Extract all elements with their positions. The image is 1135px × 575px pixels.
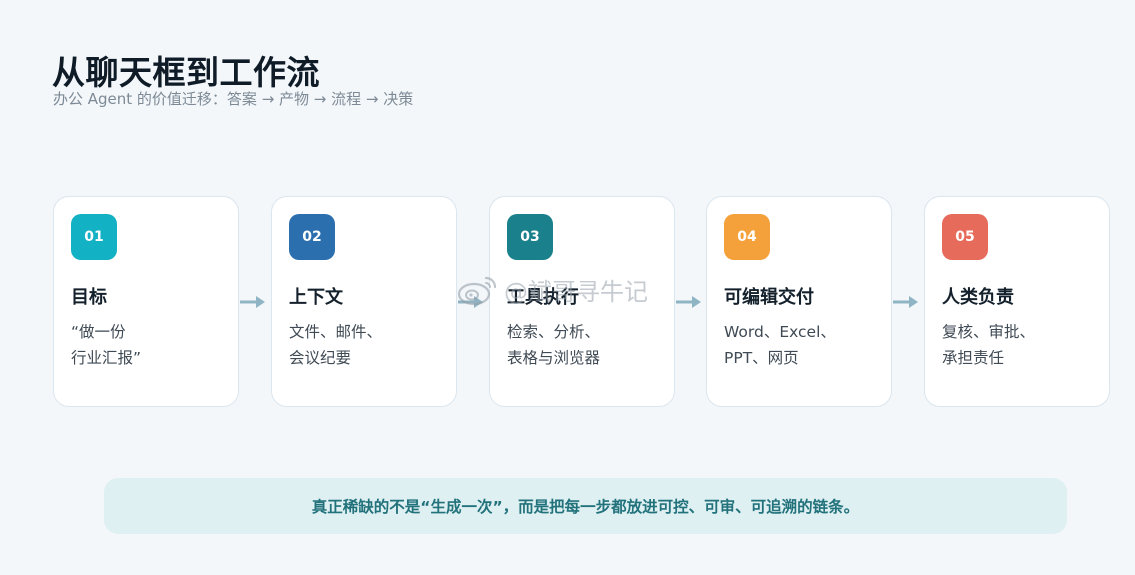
step-description-2-line-1: 文件、邮件、 — [289, 323, 383, 341]
step-description-1-line-2: 行业汇报” — [71, 349, 142, 367]
step-description-5-line-1: 复核、审批、 — [942, 323, 1036, 341]
step-badge-3: 03 — [507, 214, 553, 260]
arrow-right-icon — [676, 296, 701, 308]
step-description-5: 复核、审批、 承担责任 — [942, 319, 1102, 371]
step-description-2: 文件、邮件、 会议纪要 — [289, 319, 449, 371]
step-description-1: “做一份 行业汇报” — [71, 319, 231, 371]
step-description-4-line-2: PPT、网页 — [724, 349, 799, 367]
step-badge-5: 05 — [942, 214, 988, 260]
step-description-4: Word、Excel、 PPT、网页 — [724, 319, 884, 371]
step-description-5-line-2: 承担责任 — [942, 349, 1005, 367]
step-title-1: 目标 — [71, 287, 107, 308]
summary-banner: 真正稀缺的不是“生成一次”，而是把每一步都放进可控、可审、可追溯的链条。 — [104, 478, 1067, 534]
step-description-2-line-2: 会议纪要 — [289, 349, 352, 367]
summary-text: 真正稀缺的不是“生成一次”，而是把每一步都放进可控、可审、可追溯的链条。 — [311, 498, 860, 516]
arrow-right-icon — [240, 296, 265, 308]
step-title-4: 可编辑交付 — [724, 287, 814, 308]
step-description-1-line-1: “做一份 — [71, 323, 126, 341]
step-badge-1: 01 — [71, 214, 117, 260]
step-card-4: 04 可编辑交付 Word、Excel、 PPT、网页 — [706, 196, 892, 407]
step-card-1: 01 目标 “做一份 行业汇报” — [53, 196, 239, 407]
step-title-3: 工具执行 — [507, 287, 579, 308]
arrow-right-icon — [458, 296, 483, 308]
step-title-2: 上下文 — [289, 287, 343, 308]
step-description-3-line-1: 检索、分析、 — [507, 323, 601, 341]
step-card-2: 02 上下文 文件、邮件、 会议纪要 — [271, 196, 457, 407]
step-description-3-line-2: 表格与浏览器 — [507, 349, 601, 367]
step-badge-4: 04 — [724, 214, 770, 260]
step-title-5: 人类负责 — [942, 287, 1014, 308]
step-card-3: 03 工具执行 检索、分析、 表格与浏览器 — [489, 196, 675, 407]
page-title: 从聊天框到工作流 — [52, 53, 320, 92]
step-description-3: 检索、分析、 表格与浏览器 — [507, 319, 667, 371]
step-card-5: 05 人类负责 复核、审批、 承担责任 — [924, 196, 1110, 407]
step-badge-2: 02 — [289, 214, 335, 260]
page-subtitle: 办公 Agent 的价值迁移：答案 → 产物 → 流程 → 决策 — [53, 90, 414, 108]
step-description-4-line-1: Word、Excel、 — [724, 323, 836, 341]
arrow-right-icon — [893, 296, 918, 308]
